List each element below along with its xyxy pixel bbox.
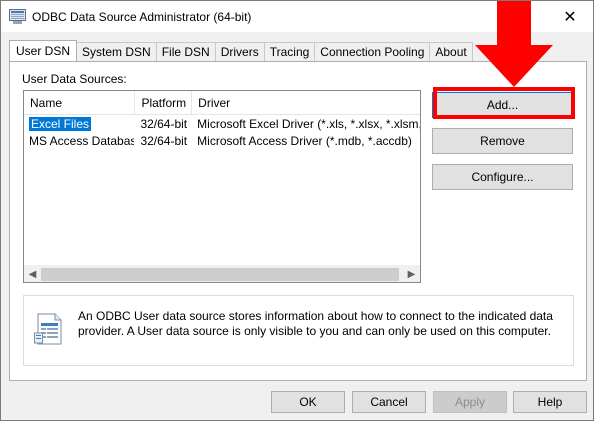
tab-tracing[interactable]: Tracing bbox=[263, 42, 316, 61]
column-header-driver[interactable]: Driver bbox=[192, 91, 420, 115]
remove-button[interactable]: Remove bbox=[432, 128, 573, 154]
info-description: An ODBC User data source stores informat… bbox=[78, 309, 553, 338]
remove-button-label: Remove bbox=[480, 134, 525, 148]
red-arrow-icon bbox=[475, 1, 553, 87]
scroll-right-icon[interactable]: ▶ bbox=[403, 266, 420, 282]
cancel-button-label: Cancel bbox=[370, 395, 408, 409]
horizontal-scrollbar[interactable]: ◀ ▶ bbox=[24, 265, 420, 282]
list-item[interactable]: Excel Files 32/64-bit Microsoft Excel Dr… bbox=[24, 116, 420, 133]
dsn-driver-cell: Microsoft Access Driver (*.mdb, *.accdb) bbox=[197, 134, 412, 148]
add-button-label: Add... bbox=[486, 98, 519, 112]
configure-button-label: Configure... bbox=[471, 170, 534, 184]
tab-file-dsn[interactable]: File DSN bbox=[155, 42, 216, 61]
help-button[interactable]: Help bbox=[513, 391, 587, 413]
close-button[interactable]: ✕ bbox=[547, 1, 593, 32]
column-header-platform[interactable]: Platform bbox=[135, 91, 193, 115]
dsn-name-cell: MS Access Database bbox=[29, 134, 135, 148]
tab-user-dsn[interactable]: User DSN bbox=[9, 40, 78, 61]
user-dsn-panel: User Data Sources: Name Platform Driver … bbox=[9, 61, 587, 381]
scroll-left-icon[interactable]: ◀ bbox=[24, 266, 41, 282]
odbc-app-icon bbox=[9, 9, 26, 24]
dsn-driver-cell: Microsoft Excel Driver (*.xls, *.xlsx, *… bbox=[197, 117, 420, 131]
column-header-name[interactable]: Name bbox=[24, 91, 136, 115]
list-item[interactable]: MS Access Database 32/64-bit Microsoft A… bbox=[24, 133, 420, 150]
ok-button[interactable]: OK bbox=[271, 391, 345, 413]
dsn-platform-cell: 32/64-bit bbox=[140, 134, 188, 148]
cancel-button[interactable]: Cancel bbox=[352, 391, 426, 413]
data-sheet-icon bbox=[34, 313, 62, 345]
info-box: An ODBC User data source stores informat… bbox=[23, 295, 574, 366]
tab-strip: User DSN System DSN File DSN Drivers Tra… bbox=[9, 40, 473, 61]
tab-system-dsn[interactable]: System DSN bbox=[76, 42, 157, 61]
dsn-platform-cell: 32/64-bit bbox=[140, 117, 188, 131]
window-title: ODBC Data Source Administrator (64-bit) bbox=[32, 10, 252, 24]
user-data-sources-label: User Data Sources: bbox=[22, 72, 127, 86]
scroll-thumb[interactable] bbox=[41, 268, 399, 281]
list-rows: Excel Files 32/64-bit Microsoft Excel Dr… bbox=[24, 116, 420, 150]
tab-drivers[interactable]: Drivers bbox=[214, 42, 265, 61]
configure-button[interactable]: Configure... bbox=[432, 164, 573, 190]
list-header: Name Platform Driver bbox=[24, 91, 420, 115]
apply-button: Apply bbox=[433, 391, 507, 413]
dsn-name-cell: Excel Files bbox=[29, 117, 92, 131]
help-button-label: Help bbox=[537, 395, 563, 409]
tab-about[interactable]: About bbox=[429, 42, 473, 61]
ok-button-label: OK bbox=[299, 395, 317, 409]
tab-connection-pooling[interactable]: Connection Pooling bbox=[314, 42, 431, 61]
odbc-admin-window: ODBC Data Source Administrator (64-bit) … bbox=[0, 0, 594, 421]
apply-button-label: Apply bbox=[454, 395, 486, 409]
add-button[interactable]: Add... bbox=[432, 92, 573, 118]
data-source-list[interactable]: Name Platform Driver Excel Files 32/64-b… bbox=[23, 90, 421, 283]
